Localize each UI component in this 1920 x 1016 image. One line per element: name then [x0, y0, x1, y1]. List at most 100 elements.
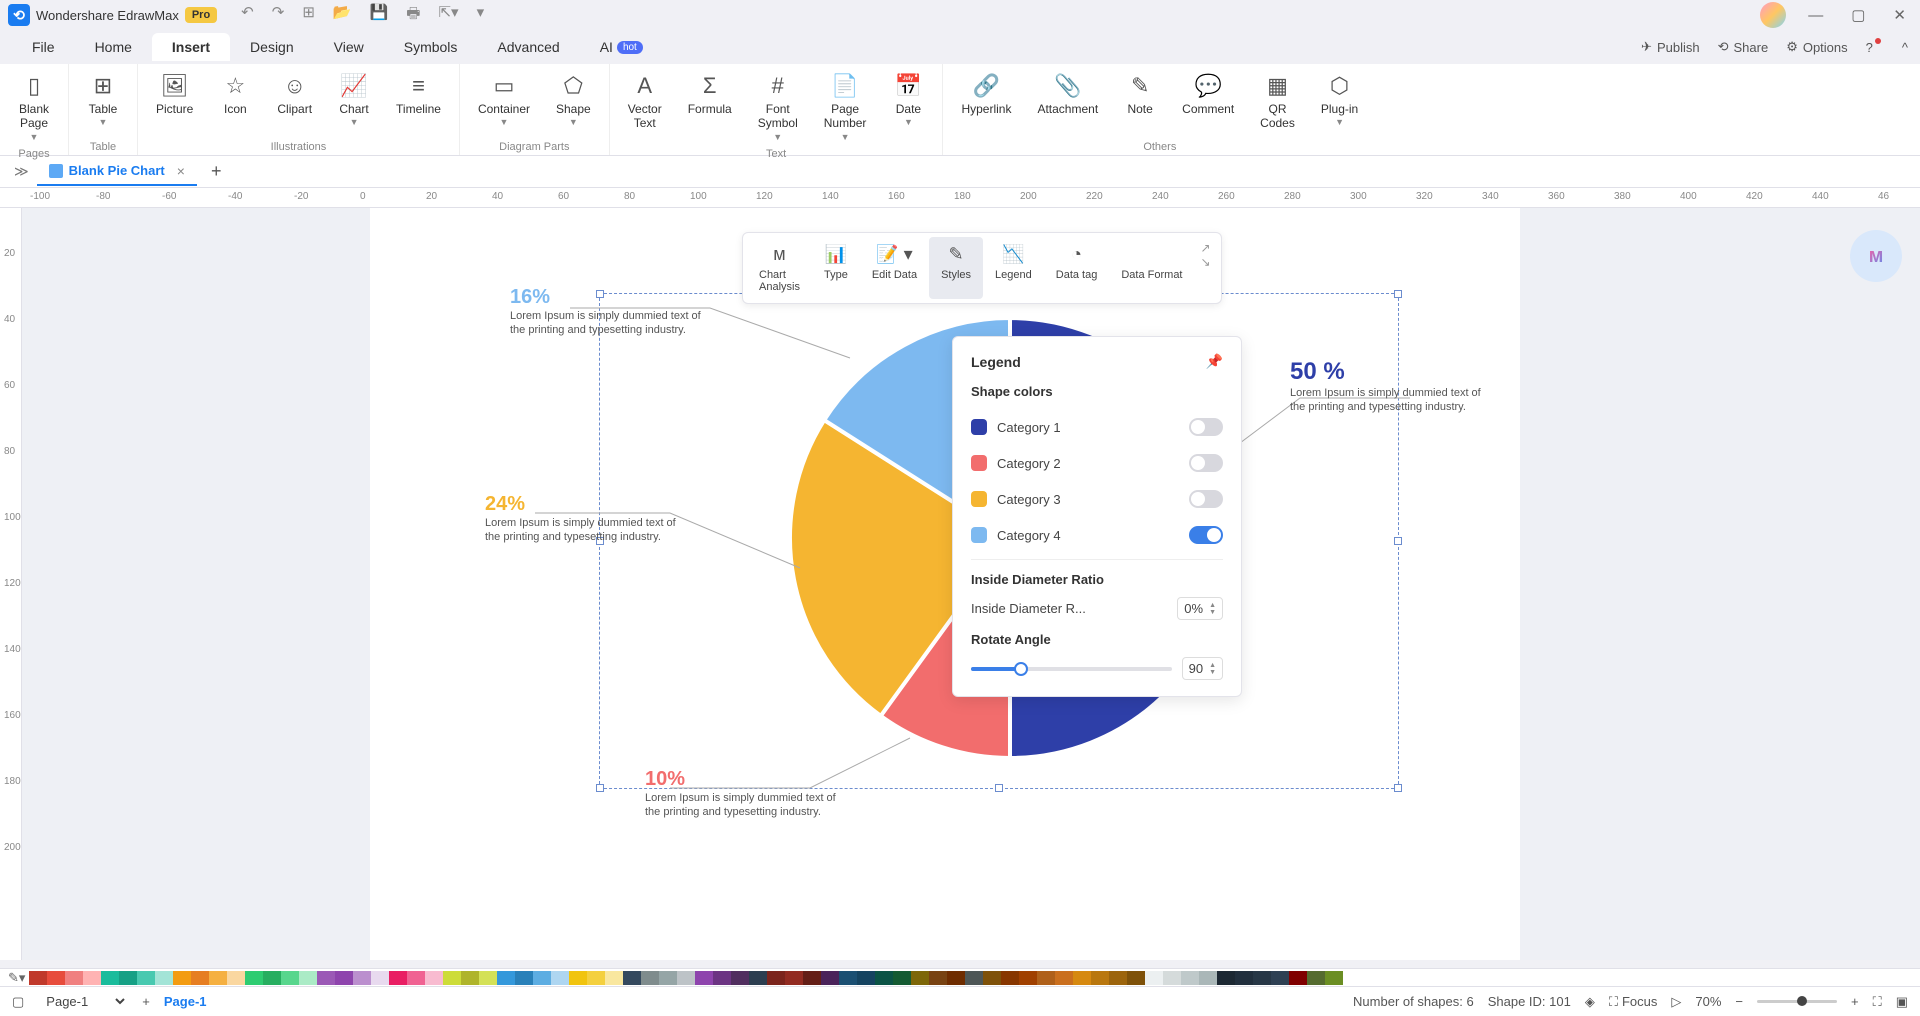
palette-swatch[interactable] — [1163, 971, 1181, 985]
menu-home[interactable]: Home — [75, 33, 152, 61]
toolbar-styles[interactable]: ✎Styles — [929, 237, 983, 299]
palette-swatch[interactable] — [281, 971, 299, 985]
menu-insert[interactable]: Insert — [152, 33, 230, 61]
toolbar-data-tag[interactable]: ◔Data tag — [1044, 237, 1110, 299]
palette-swatch[interactable] — [1235, 971, 1253, 985]
document-tab[interactable]: Blank Pie Chart × — [37, 158, 197, 186]
toolbar-data-format[interactable]: Data Format — [1109, 237, 1194, 299]
palette-swatch[interactable] — [47, 971, 65, 985]
color-swatch[interactable] — [971, 419, 987, 435]
palette-swatch[interactable] — [173, 971, 191, 985]
menu-symbols[interactable]: Symbols — [384, 33, 478, 61]
qat-more-icon[interactable]: ▾ — [477, 3, 485, 28]
menu-advanced[interactable]: Advanced — [477, 33, 579, 61]
palette-swatch[interactable] — [1181, 971, 1199, 985]
ribbon-comment[interactable]: 💬Comment — [1174, 68, 1242, 139]
palette-swatch[interactable] — [335, 971, 353, 985]
ribbon-container[interactable]: ▭Container▼ — [470, 68, 538, 139]
palette-swatch[interactable] — [191, 971, 209, 985]
ribbon-date[interactable]: 📅Date▼ — [884, 68, 932, 146]
toolbar-chart-analysis[interactable]: ᴍChartAnalysis — [747, 237, 812, 299]
tab-close-icon[interactable]: × — [177, 163, 185, 179]
undo-icon[interactable]: ↶ — [241, 3, 254, 28]
palette-swatch[interactable] — [1127, 971, 1145, 985]
inside-diameter-input[interactable]: 0% ▲▼ — [1177, 597, 1223, 620]
avatar[interactable] — [1760, 2, 1786, 28]
ribbon-picture[interactable]: 🖼Picture — [148, 68, 201, 139]
focus-button[interactable]: ⛶ Focus — [1609, 994, 1658, 1010]
ribbon-note[interactable]: ✎Note — [1116, 68, 1164, 139]
selection-handle[interactable] — [596, 784, 604, 792]
palette-swatch[interactable] — [659, 971, 677, 985]
toolbar-pin-icon[interactable]: ↗↘ — [1195, 237, 1217, 273]
category-toggle[interactable] — [1189, 490, 1223, 508]
palette-swatch[interactable] — [1253, 971, 1271, 985]
toolbar-edit-data[interactable]: 📝 ▾Edit Data — [860, 237, 929, 299]
ribbon-blank-page[interactable]: ▯BlankPage▼ — [10, 68, 58, 146]
palette-swatch[interactable] — [929, 971, 947, 985]
palette-swatch[interactable] — [551, 971, 569, 985]
publish-button[interactable]: ✈ Publish — [1641, 39, 1700, 55]
palette-swatch[interactable] — [119, 971, 137, 985]
palette-swatch[interactable] — [1001, 971, 1019, 985]
palette-swatch[interactable] — [479, 971, 497, 985]
ribbon-attachment[interactable]: 📎Attachment — [1029, 68, 1106, 139]
palette-swatch[interactable] — [731, 971, 749, 985]
spinner-down-icon[interactable]: ▼ — [1209, 669, 1216, 676]
palette-swatch[interactable] — [911, 971, 929, 985]
palette-swatch[interactable] — [821, 971, 839, 985]
category-toggle[interactable] — [1189, 526, 1223, 544]
menu-view[interactable]: View — [314, 33, 384, 61]
color-swatch[interactable] — [971, 455, 987, 471]
zoom-out-icon[interactable]: − — [1735, 994, 1743, 1009]
selection-handle[interactable] — [995, 784, 1003, 792]
palette-swatch[interactable] — [1019, 971, 1037, 985]
maximize-icon[interactable]: ▢ — [1845, 6, 1871, 24]
page-select[interactable]: Page-1 — [38, 991, 128, 1012]
palette-swatch[interactable] — [299, 971, 317, 985]
palette-swatch[interactable] — [83, 971, 101, 985]
ribbon-shape[interactable]: ⬠Shape▼ — [548, 68, 599, 139]
palette-swatch[interactable] — [1055, 971, 1073, 985]
help-button[interactable]: ? — [1866, 40, 1884, 55]
palette-swatch[interactable] — [227, 971, 245, 985]
palette-swatch[interactable] — [947, 971, 965, 985]
palette-swatch[interactable] — [785, 971, 803, 985]
palette-swatch[interactable] — [1073, 971, 1091, 985]
page-tab[interactable]: Page-1 — [164, 994, 207, 1009]
new-icon[interactable]: ⊞ — [302, 3, 315, 28]
palette-swatch[interactable] — [893, 971, 911, 985]
palette-swatch[interactable] — [587, 971, 605, 985]
ribbon-table[interactable]: ⊞Table▼ — [79, 68, 127, 139]
save-icon[interactable]: 💾 — [370, 3, 389, 28]
open-icon[interactable]: 📂 — [333, 3, 352, 28]
palette-swatch[interactable] — [371, 971, 389, 985]
palette-swatch[interactable] — [137, 971, 155, 985]
zoom-slider[interactable] — [1757, 1000, 1837, 1003]
palette-swatch[interactable] — [695, 971, 713, 985]
export-icon[interactable]: ⇱▾ — [438, 3, 458, 28]
palette-swatch[interactable] — [623, 971, 641, 985]
palette-swatch[interactable] — [1091, 971, 1109, 985]
ribbon-plug-in[interactable]: ⬡Plug‑in▼ — [1313, 68, 1366, 139]
page-grid-icon[interactable]: ▢ — [12, 994, 24, 1010]
palette-swatch[interactable] — [263, 971, 281, 985]
palette-swatch[interactable] — [65, 971, 83, 985]
toolbar-type[interactable]: 📊Type — [812, 237, 860, 299]
palette-swatch[interactable] — [101, 971, 119, 985]
menu-design[interactable]: Design — [230, 33, 314, 61]
palette-swatch[interactable] — [461, 971, 479, 985]
palette-swatch[interactable] — [1217, 971, 1235, 985]
print-icon[interactable]: 🖶 — [406, 3, 420, 28]
palette-swatch[interactable] — [713, 971, 731, 985]
palette-swatch[interactable] — [245, 971, 263, 985]
ribbon-qr-codes[interactable]: ▦QRCodes — [1252, 68, 1303, 139]
selection-handle[interactable] — [1394, 784, 1402, 792]
palette-swatch[interactable] — [965, 971, 983, 985]
palette-swatch[interactable] — [1271, 971, 1289, 985]
zoom-in-icon[interactable]: + — [1851, 994, 1859, 1009]
palette-swatch[interactable] — [443, 971, 461, 985]
add-page-icon[interactable]: + — [142, 994, 150, 1009]
palette-swatch[interactable] — [569, 971, 587, 985]
palette-swatch[interactable] — [803, 971, 821, 985]
